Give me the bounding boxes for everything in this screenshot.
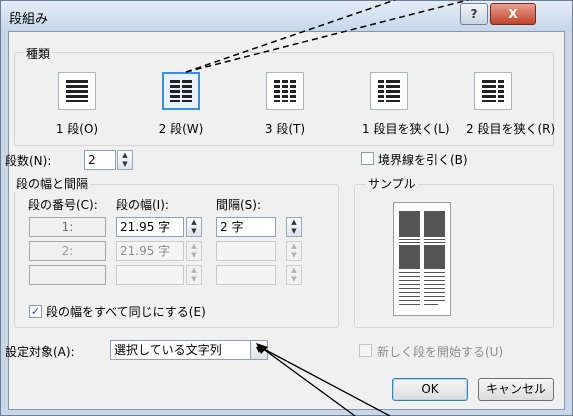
- column-spacing-header: 間隔(S):: [216, 198, 262, 212]
- preview-group-label: サンプル: [366, 175, 418, 192]
- column-number-1: 1:: [29, 217, 106, 237]
- columns-count-spinner[interactable]: ▲ ▼: [117, 150, 133, 170]
- cancel-button[interactable]: キャンセル: [478, 378, 554, 401]
- preview-page: [393, 202, 451, 316]
- column-width-input-1[interactable]: 21.95 字: [116, 217, 184, 237]
- line-between-checkbox[interactable]: [361, 152, 374, 165]
- column-number-2: 2:: [29, 241, 106, 261]
- new-column-checkbox[interactable]: [359, 344, 372, 357]
- column-spacing-spinner-3[interactable]: ▲ ▼: [286, 265, 302, 285]
- equal-width-label: 段の幅をすべて同じにする(E): [46, 305, 206, 319]
- presets-group-label: 種類: [24, 45, 53, 62]
- column-spacing-input-1[interactable]: 2 字: [216, 217, 276, 237]
- column-number-3: [29, 265, 106, 285]
- close-icon: X: [508, 7, 518, 21]
- help-icon: ?: [470, 7, 478, 21]
- preset-three-columns[interactable]: 3 段(T): [258, 72, 312, 137]
- dialog-title: 段組み: [9, 12, 49, 27]
- preset-label: 1 段(O): [55, 122, 99, 136]
- right-narrow-icon: [474, 72, 512, 110]
- column-width-spinner-1[interactable]: ▲ ▼: [186, 217, 202, 237]
- title-bar: 段組み ? X: [1, 1, 572, 31]
- three-columns-icon: [266, 72, 304, 110]
- apply-to-label: 設定対象(A):: [5, 345, 75, 359]
- column-width-header: 段の幅(I):: [116, 198, 169, 212]
- preset-two-columns[interactable]: 2 段(W): [154, 72, 208, 137]
- preset-right-narrow[interactable]: 2 段目を狭く(R): [466, 72, 556, 137]
- column-spacing-input-3[interactable]: [216, 265, 276, 285]
- column-spacing-spinner-2[interactable]: ▲ ▼: [286, 241, 302, 261]
- column-width-input-2[interactable]: 21.95 字: [116, 241, 184, 261]
- ok-button[interactable]: OK: [392, 378, 468, 401]
- column-spacing-spinner-1[interactable]: ▲ ▼: [286, 217, 302, 237]
- preview-group: [354, 184, 554, 328]
- new-column-label: 新しく段を開始する(U): [377, 345, 504, 359]
- line-between-label: 境界線を引く(B): [378, 153, 468, 167]
- left-narrow-icon: [370, 72, 408, 110]
- one-column-icon: [58, 72, 96, 110]
- preset-label: 1 段目を狭く(L): [362, 122, 450, 136]
- preset-one-column[interactable]: 1 段(O): [50, 72, 104, 137]
- columns-count-input[interactable]: 2: [84, 150, 116, 170]
- chevron-down-icon[interactable]: ▼: [250, 340, 268, 360]
- two-columns-icon: [162, 72, 200, 110]
- close-button[interactable]: X: [490, 3, 536, 25]
- column-width-spinner-2[interactable]: ▲ ▼: [186, 241, 202, 261]
- preset-left-narrow[interactable]: 1 段目を狭く(L): [362, 72, 450, 137]
- preset-label: 3 段(T): [264, 122, 306, 136]
- preset-label: 2 段目を狭く(R): [466, 122, 556, 136]
- column-width-input-3[interactable]: [116, 265, 184, 285]
- width-spacing-group-label: 段の幅と間隔: [14, 175, 91, 192]
- equal-width-checkbox[interactable]: ✓: [29, 305, 42, 318]
- column-number-header: 段の番号(C):: [28, 198, 98, 212]
- apply-to-select[interactable]: 選択している文字列: [110, 340, 268, 360]
- help-button[interactable]: ?: [460, 3, 488, 25]
- column-spacing-input-2[interactable]: [216, 241, 276, 261]
- column-width-spinner-3[interactable]: ▲ ▼: [186, 265, 202, 285]
- columns-count-label: 段数(N):: [5, 154, 52, 168]
- preset-label: 2 段(W): [158, 122, 204, 136]
